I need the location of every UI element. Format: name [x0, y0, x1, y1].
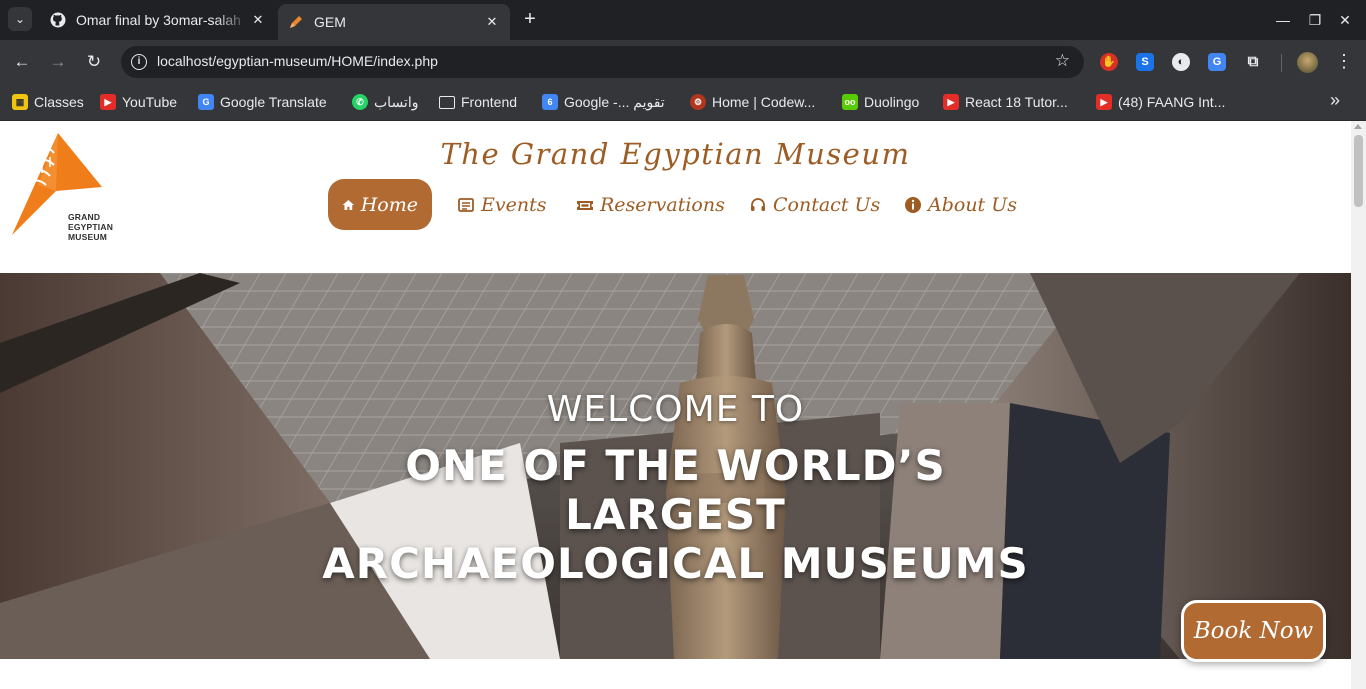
- newspaper-icon: [458, 197, 474, 212]
- bookmark-google-translate[interactable]: G Google Translate: [198, 92, 327, 112]
- translate-icon: G: [198, 94, 214, 110]
- bookmark-frontend-folder[interactable]: Frontend: [439, 92, 517, 112]
- bookmarks-bar: ▦ Classes ▶ YouTube G Google Translate ✆…: [0, 84, 1366, 121]
- nav-label: Reservations: [600, 193, 725, 216]
- close-tab-icon[interactable]: ✕: [484, 14, 500, 30]
- hero-welcome-text: WELCOME TO: [546, 389, 805, 430]
- tab-title: GEM: [314, 14, 346, 30]
- headset-icon: [751, 197, 765, 211]
- nav-label: Home: [360, 193, 418, 216]
- nav-contact-us[interactable]: Contact Us: [749, 179, 880, 230]
- bookmark-label: واتساب: [374, 93, 419, 110]
- nav-label: Events: [481, 193, 547, 216]
- folder-icon: [439, 95, 455, 109]
- book-now-button[interactable]: Book Now: [1181, 600, 1326, 662]
- page-viewport: GRAND EGYPTIAN MUSEUM The Grand Egyptian…: [0, 121, 1351, 689]
- tab-title: Omar final by 3omar-salah: [76, 12, 241, 28]
- bookmark-whatsapp[interactable]: ✆ واتساب: [352, 92, 418, 112]
- more-bookmarks-icon[interactable]: »: [1330, 90, 1340, 111]
- site-title: The Grand Egyptian Museum: [440, 137, 911, 171]
- nav-reservations[interactable]: Reservations: [576, 179, 725, 230]
- url-text[interactable]: localhost/egyptian-museum/HOME/index.php: [157, 53, 438, 69]
- bookmark-label: Google -... تقويم: [564, 93, 665, 110]
- bookmark-label: Classes: [34, 94, 84, 110]
- bookmark-duolingo[interactable]: oo Duolingo: [842, 92, 919, 112]
- extension-hand-icon[interactable]: ✋: [1100, 53, 1118, 71]
- info-icon: [905, 196, 921, 213]
- logo-line: MUSEUM: [68, 232, 107, 242]
- youtube-icon: ▶: [100, 94, 116, 110]
- extension-s-icon[interactable]: S: [1136, 53, 1154, 71]
- codewars-icon: ⚙: [690, 94, 706, 110]
- profile-avatar[interactable]: [1297, 52, 1318, 73]
- bookmark-label: (48) FAANG Int...: [1118, 94, 1226, 110]
- nav-label: Contact Us: [773, 193, 881, 216]
- browser-menu-icon[interactable]: ⋮: [1334, 50, 1354, 74]
- bookmark-star-icon[interactable]: ☆: [1055, 51, 1070, 71]
- bookmark-youtube[interactable]: ▶ YouTube: [100, 92, 177, 112]
- main-navigation: Home Events Reservations Contact Us Abou…: [0, 179, 1351, 231]
- scroll-up-arrow-icon[interactable]: [1354, 124, 1362, 129]
- restore-window-icon[interactable]: ❐: [1303, 8, 1327, 32]
- browser-tab-bar: ⌄ Omar final by 3omar-salah ✕ GEM ✕ + — …: [0, 0, 1366, 40]
- bookmark-label: Home | Codew...: [712, 94, 816, 110]
- address-bar[interactable]: i localhost/egyptian-museum/HOME/index.p…: [121, 46, 1084, 78]
- new-tab-button[interactable]: +: [518, 8, 542, 32]
- hero-headline: ONE OF THE WORLD’S LARGEST ARCHAEOLOGICA…: [300, 441, 1051, 588]
- extension-face-icon[interactable]: ◐: [1172, 53, 1190, 71]
- back-icon[interactable]: ←: [10, 50, 34, 74]
- bookmark-google-calendar[interactable]: 6 Google -... تقويم: [542, 92, 665, 112]
- pen-favicon: [290, 16, 302, 28]
- hero-headline-line: ARCHAEOLOGICAL MUSEUMS: [322, 539, 1029, 588]
- tab-gem[interactable]: GEM ✕: [278, 4, 510, 40]
- nav-events[interactable]: Events: [457, 179, 546, 230]
- bookmark-classes[interactable]: ▦ Classes: [12, 92, 84, 112]
- bookmark-label: Duolingo: [864, 94, 920, 110]
- whatsapp-icon: ✆: [352, 94, 368, 110]
- nav-home[interactable]: Home: [328, 179, 432, 230]
- tab-github[interactable]: Omar final by 3omar-salah ✕: [40, 4, 276, 36]
- ticket-icon: [577, 200, 593, 210]
- browser-toolbar: ← → ↻ i localhost/egyptian-museum/HOME/i…: [0, 40, 1366, 84]
- extensions-puzzle-icon[interactable]: ⧉: [1244, 53, 1262, 71]
- close-tab-icon[interactable]: ✕: [250, 12, 266, 28]
- youtube-icon: ▶: [1096, 94, 1112, 110]
- calendar-icon: 6: [542, 94, 558, 110]
- nav-about-us[interactable]: About Us: [904, 179, 1017, 230]
- nav-label: About Us: [928, 193, 1017, 216]
- youtube-icon: ▶: [943, 94, 959, 110]
- site-info-icon[interactable]: i: [131, 54, 147, 70]
- hero-banner: WELCOME TO ONE OF THE WORLD’S LARGEST AR…: [0, 273, 1351, 659]
- hero-headline-line: ONE OF THE WORLD’S LARGEST: [405, 441, 946, 539]
- minimize-window-icon[interactable]: —: [1271, 8, 1295, 32]
- home-icon: [342, 199, 355, 210]
- classes-icon: ▦: [12, 94, 28, 110]
- bookmark-label: YouTube: [122, 94, 178, 110]
- extension-translate-icon[interactable]: G: [1208, 53, 1226, 71]
- forward-icon[interactable]: →: [46, 50, 70, 74]
- bookmark-label: Frontend: [461, 94, 518, 110]
- toolbar-divider: [1281, 54, 1282, 72]
- page-scrollbar[interactable]: [1351, 121, 1366, 689]
- bookmark-faang[interactable]: ▶ (48) FAANG Int...: [1096, 92, 1225, 112]
- bookmark-label: React 18 Tutor...: [965, 94, 1068, 110]
- github-icon: [50, 12, 66, 28]
- tab-search-chevron-icon[interactable]: ⌄: [8, 7, 32, 31]
- bookmark-codewars[interactable]: ⚙ Home | Codew...: [690, 92, 815, 112]
- duolingo-icon: oo: [842, 94, 858, 110]
- close-window-icon[interactable]: ✕: [1333, 8, 1357, 32]
- bookmark-label: Google Translate: [220, 94, 327, 110]
- bookmark-react-tutorial[interactable]: ▶ React 18 Tutor...: [943, 92, 1068, 112]
- reload-icon[interactable]: ↻: [82, 50, 106, 74]
- scrollbar-thumb[interactable]: [1354, 135, 1363, 207]
